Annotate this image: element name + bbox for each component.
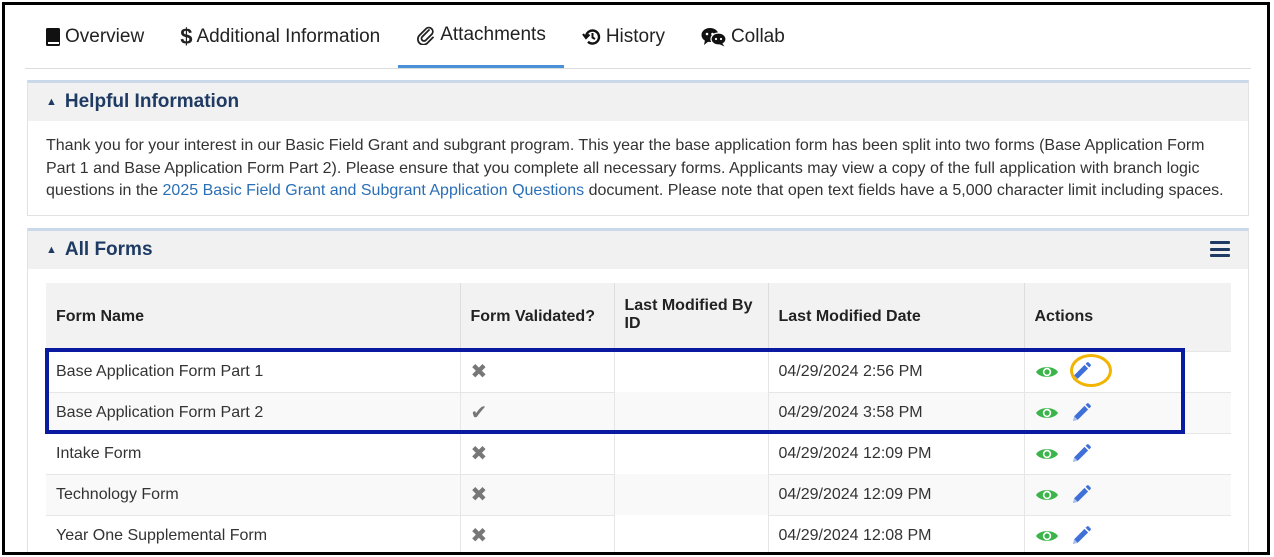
table-row: Technology Form ✖ 04/29/2024 12:09 PM	[46, 473, 1231, 515]
last-modified-by-cell	[614, 433, 769, 474]
highlight-circle	[1070, 354, 1112, 387]
edit-pencil-icon[interactable]	[1071, 443, 1091, 464]
tab-history[interactable]: History	[564, 5, 683, 69]
hamburger-menu-icon[interactable]	[1210, 241, 1230, 257]
actions-cell	[1024, 514, 1231, 552]
tab-label: History	[605, 26, 665, 47]
panel-title: All Forms	[64, 239, 153, 260]
application-questions-link[interactable]: 2025 Basic Field Grant and Subgrant Appl…	[163, 182, 585, 199]
tab-overview[interactable]: Overview	[25, 5, 162, 69]
help-text-part: document. Please note that open text fie…	[584, 182, 1224, 199]
table-header-row: Form Name Form Validated? Last Modified …	[46, 283, 1231, 351]
history-icon	[581, 27, 602, 47]
table-row: Year One Supplemental Form ✖ 04/29/2024 12…	[46, 514, 1231, 552]
column-header-actions: Actions	[1024, 283, 1231, 351]
column-header-form-validated[interactable]: Form Validated?	[460, 283, 615, 351]
actions-cell	[1024, 432, 1231, 474]
tab-label: Overview	[65, 26, 145, 47]
column-header-last-modified-by[interactable]: Last Modified By ID	[614, 283, 769, 351]
x-mark-icon: ✖	[470, 484, 488, 506]
tab-collab[interactable]: Collab	[683, 5, 803, 69]
edit-pencil-icon[interactable]	[1071, 484, 1091, 505]
column-header-last-modified-date[interactable]: Last Modified Date	[768, 283, 1025, 351]
tab-label: Collab	[730, 26, 785, 47]
actions-cell	[1024, 473, 1231, 515]
collapse-caret-icon: ▲	[46, 244, 57, 256]
form-validated-cell: ✖	[460, 432, 615, 474]
x-mark-icon: ✖	[470, 443, 488, 465]
form-name-cell: Intake Form	[46, 432, 461, 474]
last-modified-date-cell: 04/29/2024 12:08 PM	[768, 514, 1025, 552]
tab-bar: Overview $ Additional Information Attach…	[25, 5, 1251, 69]
tab-attachments[interactable]: Attachments	[398, 5, 564, 68]
form-validated-cell: ✖	[460, 473, 615, 515]
highlight-box	[45, 348, 1185, 434]
edit-pencil-icon[interactable]	[1071, 525, 1091, 546]
last-modified-date-cell: 04/29/2024 12:09 PM	[768, 473, 1025, 515]
table-row: Intake Form ✖ 04/29/2024 12:09 PM	[46, 432, 1231, 474]
collapse-caret-icon: ▲	[46, 96, 57, 108]
form-name-cell: Technology Form	[46, 473, 461, 515]
column-header-form-name[interactable]: Form Name	[46, 283, 461, 351]
last-modified-date-cell: 04/29/2024 12:09 PM	[768, 432, 1025, 474]
tab-additional-information[interactable]: $ Additional Information	[162, 5, 398, 69]
all-forms-header[interactable]: ▲ All Forms	[28, 231, 1248, 269]
tab-label: Additional Information	[196, 26, 381, 47]
view-eye-icon[interactable]	[1035, 528, 1059, 544]
last-modified-by-cell	[614, 515, 769, 552]
chat-icon	[701, 27, 727, 47]
panel-title: Helpful Information	[64, 91, 240, 112]
form-name-cell: Year One Supplemental Form	[46, 514, 461, 552]
x-mark-icon: ✖	[470, 525, 488, 548]
tab-label: Attachments	[440, 24, 546, 45]
view-eye-icon[interactable]	[1035, 446, 1059, 462]
last-modified-by-cell	[614, 474, 769, 515]
paperclip-icon	[416, 25, 436, 45]
helpful-information-panel: ▲ Helpful Information Thank you for your…	[27, 80, 1249, 216]
helpful-information-text: Thank you for your interest in our Basic…	[28, 121, 1248, 203]
view-eye-icon[interactable]	[1035, 487, 1059, 503]
screenshot-frame: Overview $ Additional Information Attach…	[2, 2, 1270, 555]
book-icon	[45, 27, 61, 47]
form-validated-cell: ✖	[460, 514, 615, 552]
dollar-icon: $	[180, 24, 193, 49]
helpful-information-header[interactable]: ▲ Helpful Information	[28, 83, 1248, 121]
